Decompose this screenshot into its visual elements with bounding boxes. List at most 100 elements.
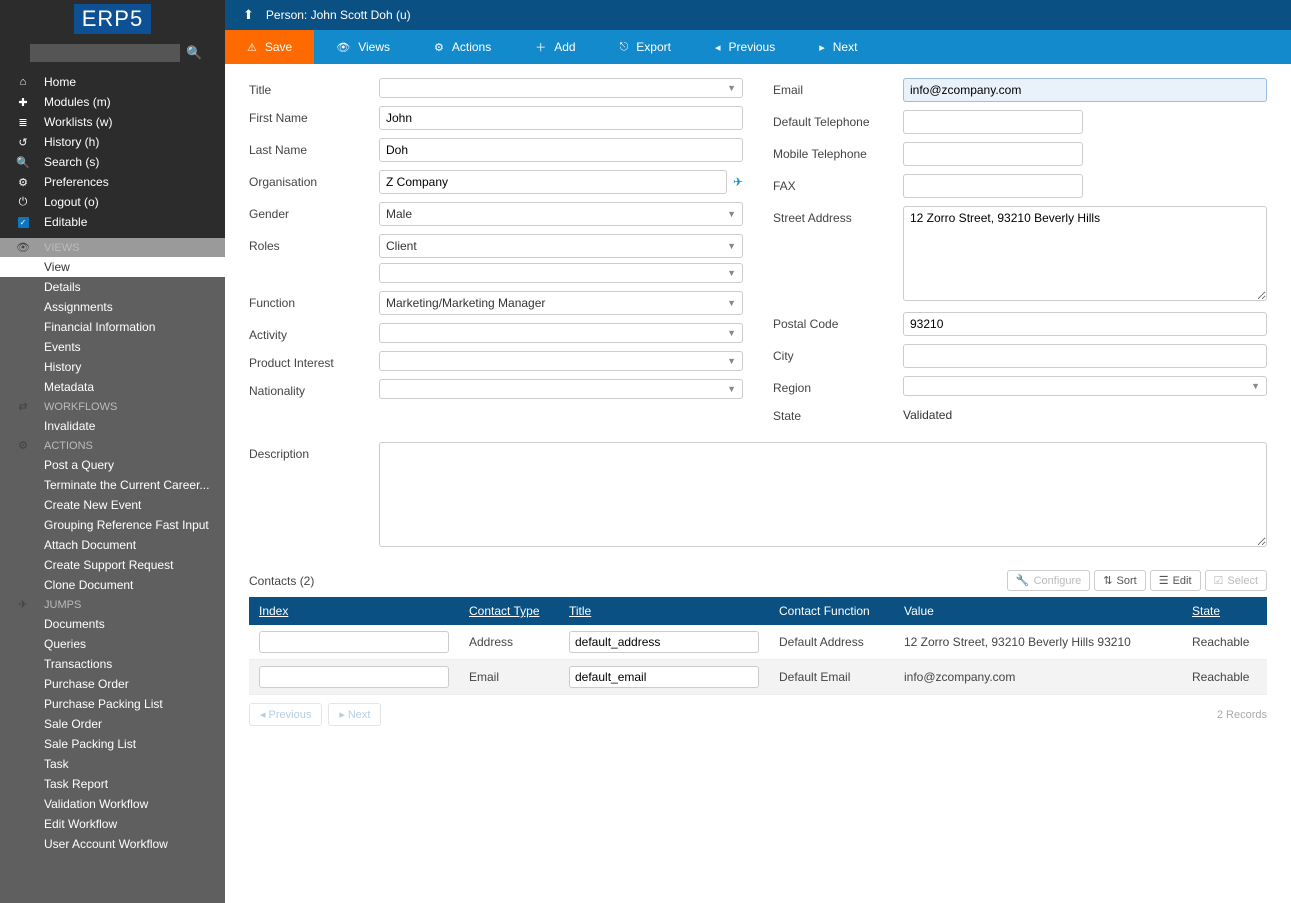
sidebar-item[interactable]: View bbox=[0, 257, 225, 277]
sidebar-item[interactable]: Grouping Reference Fast Input bbox=[0, 515, 225, 535]
sidebar-item[interactable]: Documents bbox=[0, 614, 225, 634]
sidebar-item[interactable]: Purchase Order bbox=[0, 674, 225, 694]
activity-select[interactable]: ▼ bbox=[379, 323, 743, 343]
table-header[interactable]: State bbox=[1182, 597, 1267, 625]
email-input[interactable] bbox=[903, 78, 1267, 102]
search-bar: 🔍 bbox=[0, 40, 225, 70]
edit-button[interactable]: ☰Edit bbox=[1150, 570, 1201, 591]
nav-item-home[interactable]: ⌂Home bbox=[0, 72, 225, 92]
sidebar-item[interactable]: Terminate the Current Career... bbox=[0, 475, 225, 495]
label-city: City bbox=[773, 344, 903, 363]
nationality-select[interactable]: ▼ bbox=[379, 379, 743, 399]
sidebar-item[interactable]: Transactions bbox=[0, 654, 225, 674]
street-address-input[interactable] bbox=[903, 206, 1267, 301]
title-input[interactable] bbox=[569, 631, 759, 653]
sidebar-item[interactable]: Task bbox=[0, 754, 225, 774]
index-input[interactable] bbox=[259, 666, 449, 688]
sidebar-item[interactable]: History bbox=[0, 357, 225, 377]
page-header: ⬆ Person: John Scott Doh (u) bbox=[225, 0, 1291, 30]
previous-button[interactable]: ◂Previous bbox=[693, 30, 797, 64]
sidebar-item[interactable]: Queries bbox=[0, 634, 225, 654]
nav-label: Search (s) bbox=[44, 155, 99, 169]
sidebar-item[interactable]: Sale Packing List bbox=[0, 734, 225, 754]
nav-item-preferences[interactable]: ⚙Preferences bbox=[0, 172, 225, 192]
sidebar-item[interactable]: Post a Query bbox=[0, 455, 225, 475]
sort-button[interactable]: ⇅Sort bbox=[1094, 570, 1145, 591]
contacts-table: IndexContact TypeTitleContact FunctionVa… bbox=[249, 597, 1267, 695]
mobile-telephone-input[interactable] bbox=[903, 142, 1083, 166]
search-input[interactable] bbox=[30, 44, 180, 62]
records-count: 2 Records bbox=[1217, 709, 1267, 721]
sidebar-item[interactable]: Task Report bbox=[0, 774, 225, 794]
nav-item-search[interactable]: 🔍Search (s) bbox=[0, 152, 225, 172]
next-page-button[interactable]: ▸Next bbox=[328, 703, 381, 726]
nav-item-editable[interactable]: ✓Editable bbox=[0, 212, 225, 232]
nav-label: Logout (o) bbox=[44, 195, 99, 209]
sidebar-item[interactable]: Purchase Packing List bbox=[0, 694, 225, 714]
postal-code-input[interactable] bbox=[903, 312, 1267, 336]
configure-button[interactable]: 🔧Configure bbox=[1007, 570, 1090, 591]
nav-label: History (h) bbox=[44, 135, 99, 149]
up-icon[interactable]: ⬆ bbox=[243, 7, 254, 23]
actions-button[interactable]: ⚙Actions bbox=[412, 30, 513, 64]
select-button[interactable]: ☑Select bbox=[1205, 570, 1267, 591]
region-select[interactable]: ▼ bbox=[903, 376, 1267, 396]
fax-input[interactable] bbox=[903, 174, 1083, 198]
section-title: JUMPS bbox=[44, 599, 81, 611]
add-button[interactable]: ＋Add bbox=[513, 30, 597, 64]
sidebar-item[interactable]: Edit Workflow bbox=[0, 814, 225, 834]
table-header[interactable]: Index bbox=[249, 597, 459, 625]
title-input[interactable] bbox=[569, 666, 759, 688]
sidebar-item[interactable]: Financial Information bbox=[0, 317, 225, 337]
product-interest-select[interactable]: ▼ bbox=[379, 351, 743, 371]
sidebar-item[interactable]: Attach Document bbox=[0, 535, 225, 555]
nav-item-modules[interactable]: ✚Modules (m) bbox=[0, 92, 225, 112]
nav-icon: ⚙ bbox=[14, 176, 32, 189]
index-input[interactable] bbox=[259, 631, 449, 653]
title-select[interactable]: ▼ bbox=[379, 78, 743, 98]
prev-page-button[interactable]: ◂Previous bbox=[249, 703, 322, 726]
sidebar-item[interactable]: Create Support Request bbox=[0, 555, 225, 575]
export-button[interactable]: ⎋Export bbox=[598, 30, 693, 64]
nav-sections: 👁VIEWSViewDetailsAssignmentsFinancial In… bbox=[0, 238, 225, 903]
roles-select-2[interactable]: ▼ bbox=[379, 263, 743, 283]
default-telephone-input[interactable] bbox=[903, 110, 1083, 134]
description-input[interactable] bbox=[379, 442, 1267, 547]
sidebar-item[interactable]: Validation Workflow bbox=[0, 794, 225, 814]
roles-select[interactable]: Client▼ bbox=[379, 234, 743, 258]
first-name-input[interactable] bbox=[379, 106, 743, 130]
last-name-input[interactable] bbox=[379, 138, 743, 162]
sidebar-item[interactable]: Details bbox=[0, 277, 225, 297]
table-row[interactable]: EmailDefault Emailinfo@zcompany.comReach… bbox=[249, 660, 1267, 695]
caret-right-icon: ▸ bbox=[819, 41, 825, 54]
sidebar-item[interactable]: Sale Order bbox=[0, 714, 225, 734]
gender-select[interactable]: Male▼ bbox=[379, 202, 743, 226]
table-row[interactable]: AddressDefault Address12 Zorro Street, 9… bbox=[249, 625, 1267, 660]
nav-item-logout[interactable]: ⏻Logout (o) bbox=[0, 192, 225, 212]
label-activity: Activity bbox=[249, 323, 379, 342]
table-header[interactable]: Value bbox=[894, 597, 1182, 625]
section-title: WORKFLOWS bbox=[44, 401, 117, 413]
plane-icon[interactable]: ✈ bbox=[733, 175, 743, 189]
sidebar-item[interactable]: User Account Workflow bbox=[0, 834, 225, 854]
table-header[interactable]: Contact Type bbox=[459, 597, 559, 625]
table-header[interactable]: Contact Function bbox=[769, 597, 894, 625]
city-input[interactable] bbox=[903, 344, 1267, 368]
save-button[interactable]: ⚠Save bbox=[225, 30, 314, 64]
sidebar-item[interactable]: Invalidate bbox=[0, 416, 225, 436]
views-button[interactable]: 👁Views bbox=[314, 30, 412, 64]
sidebar-item[interactable]: Events bbox=[0, 337, 225, 357]
organisation-input[interactable] bbox=[379, 170, 727, 194]
function-select[interactable]: Marketing/Marketing Manager▼ bbox=[379, 291, 743, 315]
table-header[interactable]: Title bbox=[559, 597, 769, 625]
nav-item-worklists[interactable]: ≣Worklists (w) bbox=[0, 112, 225, 132]
sidebar-item[interactable]: Metadata bbox=[0, 377, 225, 397]
sidebar-item[interactable]: Create New Event bbox=[0, 495, 225, 515]
main: ⬆ Person: John Scott Doh (u) ⚠Save 👁View… bbox=[225, 0, 1291, 903]
sidebar-item[interactable]: Assignments bbox=[0, 297, 225, 317]
search-icon[interactable]: 🔍 bbox=[186, 45, 202, 61]
sidebar-item[interactable]: Clone Document bbox=[0, 575, 225, 595]
next-button[interactable]: ▸Next bbox=[797, 30, 879, 64]
nav-icon: ↺ bbox=[14, 136, 32, 149]
nav-item-history[interactable]: ↺ History (h) bbox=[0, 132, 225, 152]
